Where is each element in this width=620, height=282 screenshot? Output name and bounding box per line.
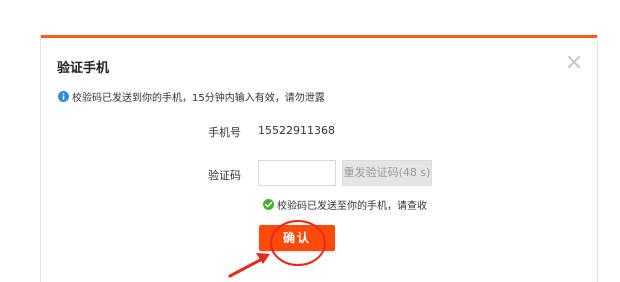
close-icon[interactable] [567, 55, 581, 69]
sent-status-text: 校验码已发送至你的手机，请查收 [277, 201, 427, 212]
verification-code-input[interactable] [258, 160, 336, 186]
phone-label: 手机号 [208, 126, 241, 139]
dialog-accent-bar [41, 35, 597, 38]
confirm-button[interactable]: 确认 [259, 225, 335, 251]
sent-status: 校验码已发送至你的手机，请查收 [263, 197, 427, 212]
info-notice: 校验码已发送到你的手机，15分钟内输入有效，请勿泄露 [58, 89, 325, 104]
phone-number: 15522911368 [258, 124, 335, 137]
info-icon [58, 91, 69, 102]
check-icon [263, 199, 274, 210]
dialog-title: 验证手机 [57, 61, 110, 76]
notice-text: 校验码已发送到你的手机，15分钟内输入有效，请勿泄露 [72, 93, 325, 104]
code-label: 验证码 [208, 169, 241, 182]
resend-code-button[interactable]: 重发验证码(48 s) [342, 160, 432, 186]
verify-phone-dialog: 验证手机 校验码已发送到你的手机，15分钟内输入有效，请勿泄露 手机号 1552… [40, 35, 598, 282]
